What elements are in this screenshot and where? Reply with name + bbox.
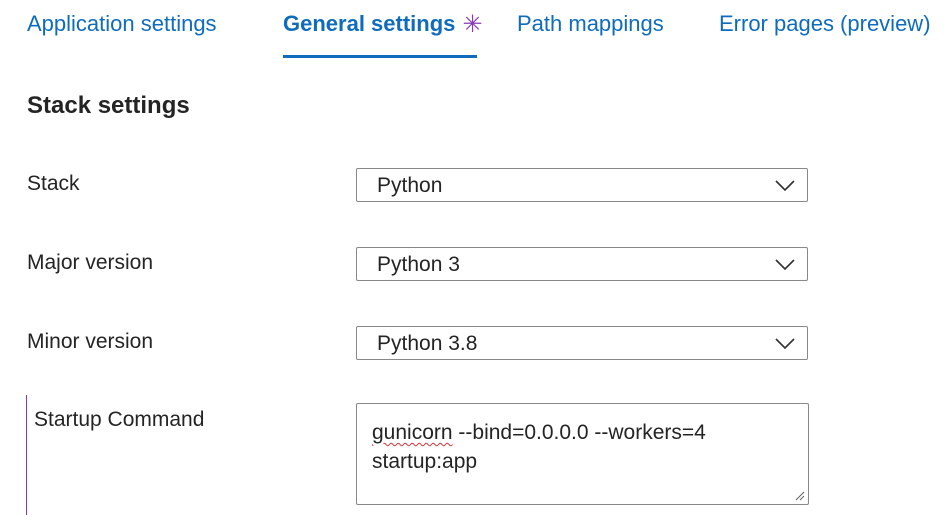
tab-application-settings[interactable]: Application settings — [27, 8, 217, 40]
major-version-label: Major version — [27, 251, 154, 274]
tab-general-settings[interactable]: General settings ✳ — [283, 8, 483, 40]
tab-path-mappings[interactable]: Path mappings — [517, 8, 664, 40]
chevron-down-icon — [775, 259, 795, 271]
minor-version-dropdown-value: Python 3.8 — [377, 332, 478, 355]
general-settings-page: Application settings General settings ✳ P… — [0, 0, 945, 515]
tab-error-pages-label: Error pages (preview) — [719, 11, 931, 36]
startup-command-label: Startup Command — [34, 408, 205, 431]
chevron-down-icon — [775, 180, 795, 192]
startup-command-first-word: gunicorn — [372, 421, 453, 444]
minor-version-label: Minor version — [27, 330, 154, 353]
settings-tab-bar: Application settings General settings ✳ P… — [0, 0, 945, 62]
stack-dropdown[interactable]: Python — [356, 168, 808, 202]
tab-error-pages[interactable]: Error pages (preview) — [719, 8, 931, 40]
tab-path-mappings-label: Path mappings — [517, 11, 664, 36]
modified-field-indicator — [26, 395, 27, 515]
stack-dropdown-value: Python — [377, 174, 443, 197]
stack-label: Stack — [27, 172, 80, 195]
startup-command-value: gunicorn --bind=0.0.0.0 --workers=4 star… — [372, 418, 792, 476]
tab-application-settings-label: Application settings — [27, 11, 217, 36]
minor-version-dropdown[interactable]: Python 3.8 — [356, 326, 808, 360]
unsaved-changes-icon: ✳ — [462, 11, 483, 38]
tab-general-settings-label: General settings — [283, 11, 456, 36]
chevron-down-icon — [775, 338, 795, 350]
major-version-dropdown[interactable]: Python 3 — [356, 247, 808, 281]
active-tab-indicator — [283, 55, 477, 58]
section-title-stack-settings: Stack settings — [27, 92, 190, 119]
startup-command-textarea[interactable]: gunicorn --bind=0.0.0.0 --workers=4 star… — [356, 403, 809, 505]
major-version-dropdown-value: Python 3 — [377, 253, 460, 276]
resize-handle-icon[interactable] — [793, 489, 805, 501]
